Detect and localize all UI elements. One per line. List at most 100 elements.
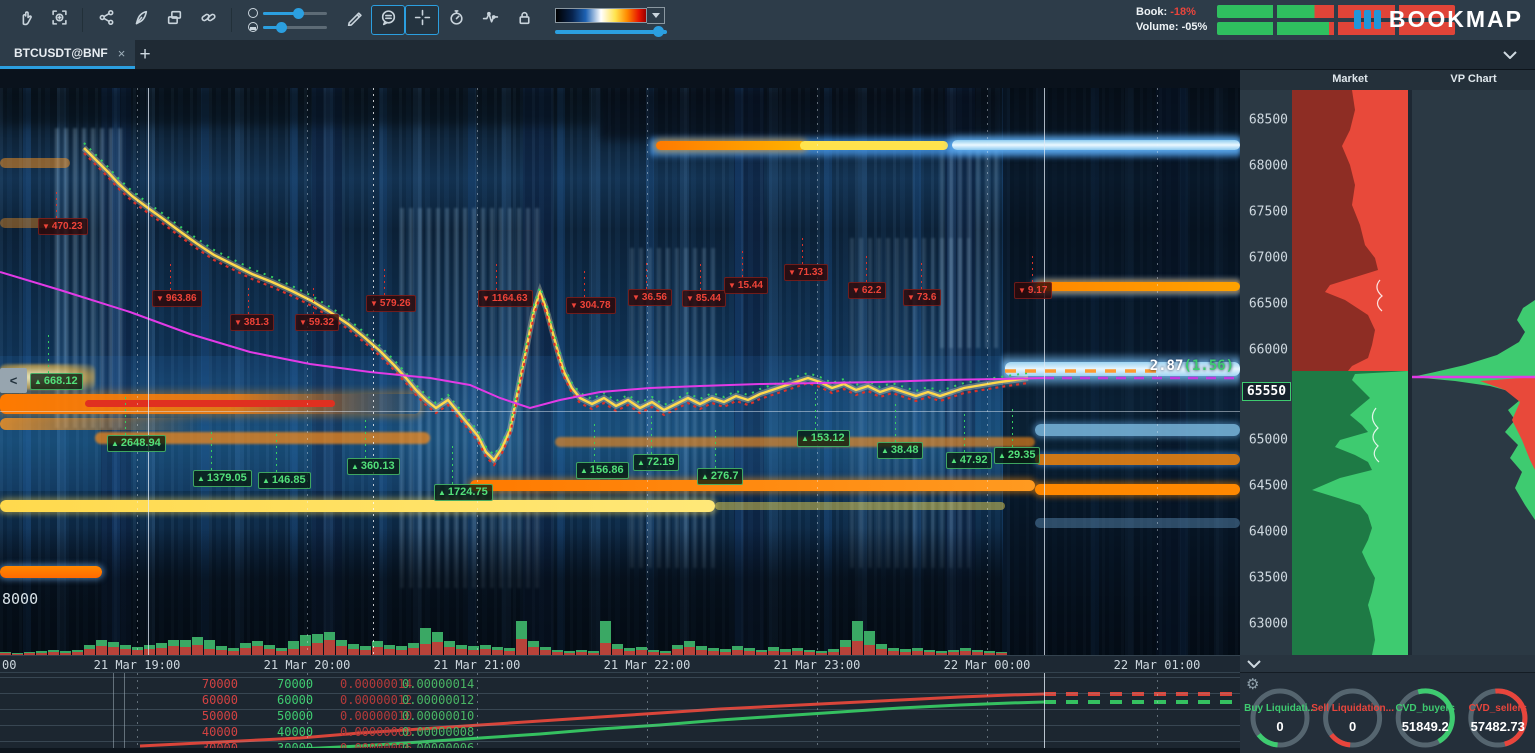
share-tool-button[interactable] [89,5,123,35]
down-arrow-icon: ▼ [570,301,578,310]
sell-liquidation-label: ▼9.17 [1014,282,1052,299]
scale-value: 0.00000014 [402,676,474,692]
scale-value: 0.00000008 [402,724,474,740]
scale-red-prices: 7000060000500004000030000 [170,676,238,748]
subchart-gridline [0,677,1240,678]
layers-tool-button[interactable] [157,5,191,35]
vp-chart-svg [1412,90,1535,655]
up-arrow-icon: ▲ [701,472,709,481]
subchart-time-gridline [1157,673,1158,748]
price-tick: 64000 [1249,525,1288,540]
heatmap-canvas[interactable]: ▲668.12▲2648.94▲1379.05▲146.85▲360.13▲17… [0,88,1240,655]
scale-value: 60000 [170,692,238,708]
share-icon [98,9,115,31]
gauges-svg: Buy Liquidati...0Sell Liquidation...0CVD… [1240,673,1535,753]
indicator-subchart[interactable]: 7000060000500004000030000 70000600005000… [0,672,1240,748]
market-header[interactable]: Market [1292,73,1408,85]
svg-text:Buy Liquidati...: Buy Liquidati... [1244,703,1316,714]
bookmap-app: Book: -18% Volume: -05% BOOKMAP BTCUSDT@… [0,0,1535,753]
quill-tool-button[interactable] [123,5,157,35]
time-axis[interactable]: 0021 Mar 19:0021 Mar 20:0021 Mar 21:0021… [0,655,1240,673]
subchart-time-gridline [137,673,138,748]
sell-liquidation-label: ▼579.26 [366,295,416,312]
price-tick: 67000 [1249,251,1288,266]
buy-liquidation-label: ▲29.35 [994,447,1040,464]
time-tick: 22 Mar 01:00 [1114,658,1201,672]
chevron-down-icon [1503,51,1517,59]
chat-bubble-icon [380,9,397,31]
price-tick: 63500 [1249,571,1288,586]
add-tab-button[interactable]: + [128,42,162,68]
subchart-time-gridline [307,673,308,748]
colormap-gradient[interactable] [555,8,647,23]
price-tick: 64500 [1249,479,1288,494]
down-arrow-icon: ▼ [686,294,694,303]
label-connector-line [921,263,922,289]
stopwatch-tool-button[interactable] [439,5,473,35]
colormap-group [555,7,667,34]
label-connector-line [584,271,585,297]
down-arrow-icon: ▼ [42,222,50,231]
subchart-time-gridline [647,673,648,748]
gear-icon[interactable]: ⚙ [1246,675,1259,693]
current-price-box: 65550 [1242,382,1291,401]
time-tick: 22 Mar 00:00 [944,658,1031,672]
price-axis-chevron-icon[interactable] [1247,660,1261,668]
gauge-CVD_sellers: CVD_sellers57482.73 [1469,691,1528,745]
bookmap-logo-text: BOOKMAP [1389,6,1523,33]
label-connector-line [964,414,965,452]
label-connector-line [365,420,366,458]
time-tick: 21 Mar 19:00 [94,658,181,672]
sell-liquidation-label: ▼36.56 [628,289,672,306]
subchart-time-gridline [817,673,818,748]
price-tick: 65000 [1249,433,1288,448]
tabbar-chevron-button[interactable] [1495,44,1525,66]
down-arrow-icon: ▼ [852,286,860,295]
svg-text:CVD_sellers: CVD_sellers [1469,703,1528,714]
brightness-icon [248,8,258,18]
down-arrow-icon: ▼ [728,281,736,290]
buy-liquidation-label: ▲47.92 [946,452,992,469]
pulse-tool-button[interactable] [473,5,507,35]
tab-btcusdt-bnf[interactable]: BTCUSDT@BNF × [0,40,135,69]
zoom-area-button[interactable] [42,5,76,35]
colormap-slider[interactable] [555,30,667,34]
subchart-gridline [0,741,1240,742]
colormap-dropdown[interactable] [647,7,665,24]
collapse-left-button[interactable]: < [0,368,27,393]
hand-tool-button[interactable] [8,5,42,35]
contrast-slider[interactable] [263,26,327,29]
price-axis[interactable]: 65550 6850068000675006700066500660006500… [1240,90,1292,655]
scale-green-decimals: 0.000000140.000000120.000000100.00000008… [402,676,474,748]
quill-icon [132,9,149,31]
link-tool-button[interactable] [191,5,225,35]
up-arrow-icon: ▲ [438,488,446,497]
label-layer: ▲668.12▲2648.94▲1379.05▲146.85▲360.13▲17… [0,88,1240,655]
crosshair-icon [414,9,431,31]
gauge-CVD_buyers: CVD_buyers51849.2 [1395,691,1455,745]
label-connector-line [125,397,126,435]
price-tick: 66000 [1249,343,1288,358]
lock-tool-button[interactable] [507,5,541,35]
label-connector-line [646,263,647,289]
chat-tool-button[interactable] [371,5,405,35]
sell-liquidation-label: ▼71.33 [784,264,828,281]
tab-bar: BTCUSDT@BNF × + [0,40,1535,70]
contrast-icon [248,22,258,32]
pencil-tool-button[interactable] [337,5,371,35]
tab-close-icon[interactable]: × [118,46,126,61]
buy-liquidation-label: ▲146.85 [258,472,311,489]
down-arrow-icon: ▼ [299,318,307,327]
up-arrow-icon: ▲ [34,377,42,386]
sell-liquidation-label: ▼59.32 [295,314,339,331]
right-panel: Market VP Chart 65550 685006800067500670… [1240,70,1535,753]
crosshair-tool-button[interactable] [405,5,439,35]
svg-text:0: 0 [1276,719,1283,734]
vp-chart-header[interactable]: VP Chart [1412,73,1535,85]
label-connector-line [815,392,816,430]
axis-bottom-strip [1240,655,1535,672]
brightness-slider[interactable] [263,12,327,15]
stopwatch-icon [448,9,465,31]
label-connector-line [496,264,497,290]
bookmap-logo: BOOKMAP [1354,6,1523,33]
